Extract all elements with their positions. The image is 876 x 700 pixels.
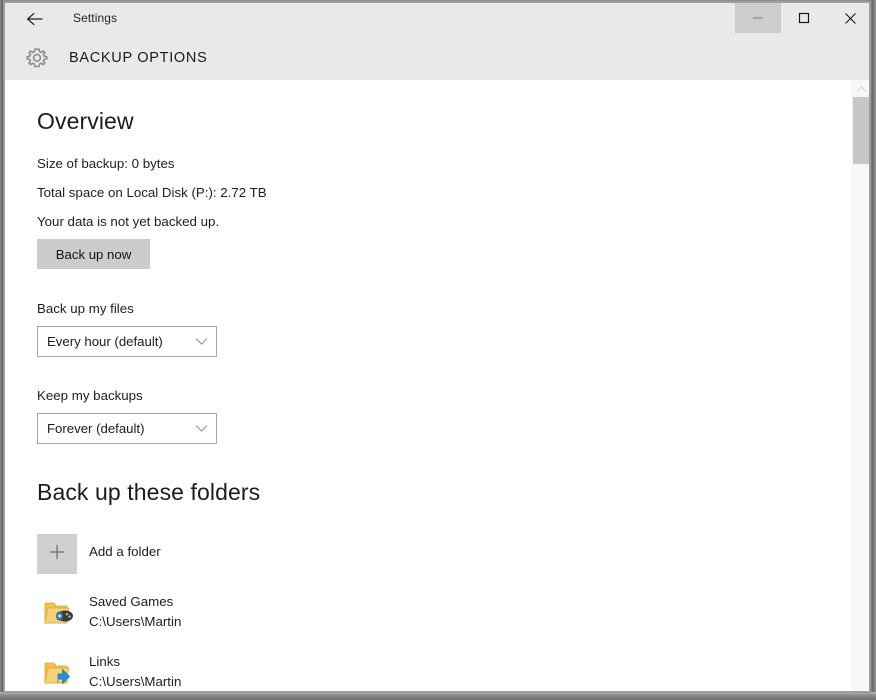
content-area: Overview Size of backup: 0 bytes Total s… xyxy=(5,80,869,691)
app-title: Settings xyxy=(73,11,118,25)
list-item[interactable]: Links C:\Users\Martin xyxy=(37,654,437,691)
backup-size-text: Size of backup: 0 bytes xyxy=(37,156,175,171)
folders-heading: Back up these folders xyxy=(37,479,261,505)
minimize-icon xyxy=(752,12,764,24)
backup-frequency-label: Back up my files xyxy=(37,301,134,316)
folder-name: Links xyxy=(89,654,121,669)
window-frame-bottom xyxy=(0,692,876,700)
list-item[interactable]: Saved Games C:\Users\Martin xyxy=(37,594,437,642)
backup-retention-select[interactable]: Forever (default) xyxy=(37,413,217,444)
plus-icon xyxy=(48,543,66,566)
backup-status-text: Your data is not yet backed up. xyxy=(37,214,220,229)
chevron-down-icon xyxy=(186,424,216,433)
backup-frequency-select[interactable]: Every hour (default) xyxy=(37,326,217,357)
gear-icon xyxy=(23,45,51,73)
scroll-up-arrow-icon[interactable] xyxy=(853,80,869,97)
titlebar[interactable]: Settings xyxy=(5,3,869,35)
folder-name: Saved Games xyxy=(89,594,174,609)
backup-frequency-value: Every hour (default) xyxy=(47,334,163,349)
maximize-icon xyxy=(798,12,810,24)
add-folder-button[interactable] xyxy=(37,534,77,574)
settings-window: Settings BACKUP OPTIONS Overview Size of… xyxy=(4,2,870,692)
backup-retention-label: Keep my backups xyxy=(37,388,143,403)
back-arrow-icon xyxy=(26,12,46,26)
vertical-scrollbar[interactable] xyxy=(852,80,869,691)
window-frame-right xyxy=(870,0,876,700)
add-folder-row[interactable]: Add a folder xyxy=(37,534,337,574)
back-button[interactable] xyxy=(21,5,51,33)
close-icon xyxy=(844,12,857,25)
back-up-now-button[interactable]: Back up now xyxy=(37,239,150,269)
scrollbar-thumb[interactable] xyxy=(853,97,869,164)
folder-saved-games-icon xyxy=(43,598,75,628)
minimize-button[interactable] xyxy=(735,3,781,33)
chevron-down-icon xyxy=(186,337,216,346)
folder-links-icon xyxy=(43,658,75,688)
add-folder-label: Add a folder xyxy=(89,544,161,559)
maximize-button[interactable] xyxy=(781,3,827,33)
overview-heading: Overview xyxy=(37,108,134,134)
page-header: BACKUP OPTIONS xyxy=(5,35,869,80)
backup-retention-value: Forever (default) xyxy=(47,421,145,436)
page-title: BACKUP OPTIONS xyxy=(69,50,208,66)
close-button[interactable] xyxy=(827,3,869,33)
folder-path: C:\Users\Martin xyxy=(89,674,182,689)
folder-path: C:\Users\Martin xyxy=(89,614,182,629)
total-space-text: Total space on Local Disk (P:): 2.72 TB xyxy=(37,185,267,200)
